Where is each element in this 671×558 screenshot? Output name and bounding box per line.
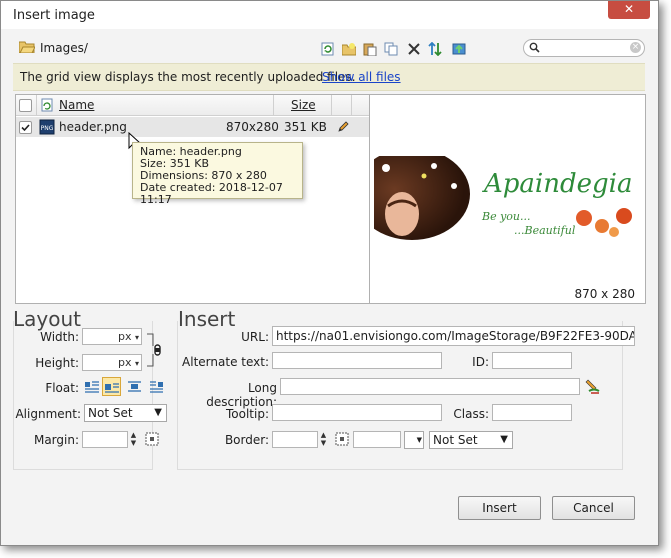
brand-name: Apaindegia — [482, 169, 632, 199]
cancel-button[interactable]: Cancel — [552, 496, 635, 520]
close-icon: ✕ — [623, 2, 635, 16]
png-file-icon: PNG — [39, 119, 55, 135]
border-color-input[interactable] — [353, 431, 401, 448]
tooltip-created: Date created: 2018-12-07 11:17 — [140, 181, 283, 206]
title-bar: Insert image ✕ — [1, 1, 658, 29]
new-folder-icon[interactable] — [342, 42, 356, 56]
chevron-down-icon: ▼ — [154, 407, 162, 418]
alignment-select[interactable]: Not Set ▼ — [84, 404, 167, 422]
long-description-label: Long description: — [206, 381, 277, 409]
image-preview: Apaindegia Be you... ...Beautiful 870 x … — [369, 94, 646, 304]
float-label: Float: — [45, 381, 79, 395]
width-label: Width: — [40, 330, 79, 344]
float-left-button[interactable] — [102, 377, 121, 396]
id-label: ID: — [472, 355, 489, 369]
clear-search-icon[interactable]: × — [630, 42, 641, 53]
color-picker-button[interactable]: ▼ — [404, 431, 424, 449]
file-dimensions: 870x280 — [226, 120, 279, 134]
alternate-text-input[interactable] — [272, 352, 442, 369]
file-info-tooltip: Name: header.png Size: 351 KB Dimensions… — [132, 142, 303, 206]
svg-text:PNG: PNG — [41, 125, 54, 132]
long-description-input[interactable] — [280, 378, 580, 395]
edit-description-icon[interactable] — [585, 377, 601, 395]
file-name: header.png — [59, 120, 127, 134]
chevron-down-icon: ▼ — [500, 434, 508, 445]
show-all-files-link[interactable]: Show all files — [322, 70, 401, 84]
paste-icon[interactable] — [363, 42, 377, 56]
search-field[interactable]: × — [523, 39, 645, 57]
preview-dimensions: 870 x 280 — [574, 287, 635, 301]
info-message: The grid view displays the most recently… — [20, 70, 356, 84]
delete-icon[interactable] — [407, 42, 421, 56]
search-icon — [529, 42, 540, 53]
float-none-button[interactable] — [82, 377, 101, 396]
row-checkbox[interactable] — [19, 121, 32, 134]
info-bar: The grid view displays the most recently… — [13, 63, 645, 91]
id-input[interactable] — [492, 352, 572, 369]
width-unit-select[interactable]: px ▾ — [118, 330, 139, 343]
upload-icon[interactable] — [452, 42, 466, 56]
tooltip-label: Tooltip: — [225, 407, 269, 421]
url-input[interactable]: https://na01.envisiongo.com/ImageStorage… — [272, 326, 635, 346]
close-button[interactable]: ✕ — [608, 1, 650, 19]
height-label: Height: — [35, 356, 79, 370]
preview-image: Apaindegia Be you... ...Beautiful — [374, 156, 641, 242]
class-input[interactable] — [492, 404, 572, 421]
margin-stepper[interactable]: ▲ ▼ — [128, 431, 139, 448]
url-label: URL: — [241, 330, 269, 344]
border-label: Border: — [224, 433, 269, 447]
edit-pencil-icon[interactable] — [337, 121, 349, 133]
file-type-icon — [41, 98, 53, 112]
margin-box-icon[interactable] — [145, 432, 159, 446]
column-header-name[interactable]: Name — [59, 98, 94, 112]
column-header-size[interactable]: Size — [291, 98, 316, 112]
border-width-stepper[interactable]: ▲ ▼ — [318, 431, 329, 448]
float-center-button[interactable] — [125, 377, 144, 396]
border-width-input[interactable] — [272, 431, 318, 448]
tooltip-input[interactable] — [272, 404, 442, 421]
class-label: Class: — [453, 407, 489, 421]
file-size: 351 KB — [284, 120, 327, 134]
margin-label: Margin: — [33, 433, 79, 447]
current-path[interactable]: Images/ — [40, 41, 88, 55]
copy-icon[interactable] — [384, 42, 398, 56]
refresh-icon[interactable] — [321, 42, 335, 56]
table-row[interactable]: PNG header.png 870x280 351 KB — [16, 117, 369, 137]
alignment-label: Alignment: — [15, 407, 81, 421]
float-right-button[interactable] — [147, 377, 166, 396]
sort-icon[interactable] — [428, 42, 442, 56]
insert-image-dialog: Insert image ✕ Images/ × The grid view d… — [0, 0, 659, 546]
brand-tagline-1: Be you... — [481, 210, 531, 223]
grid-header: Name Size — [16, 95, 369, 116]
margin-input[interactable] — [82, 431, 128, 448]
constrain-proportions-icon[interactable] — [145, 332, 165, 368]
brand-tagline-2: ...Beautiful — [514, 224, 576, 237]
height-unit-select[interactable]: px ▾ — [118, 356, 139, 369]
insert-button[interactable]: Insert — [458, 496, 541, 520]
alternate-text-label: Alternate text: — [182, 355, 269, 369]
select-all-checkbox[interactable] — [19, 99, 32, 112]
dialog-title: Insert image — [13, 8, 95, 23]
file-toolbar: Images/ × — [15, 37, 647, 59]
border-box-icon[interactable] — [335, 432, 349, 446]
border-style-select[interactable]: Not Set ▼ — [429, 431, 513, 449]
open-folder-icon — [19, 41, 35, 53]
